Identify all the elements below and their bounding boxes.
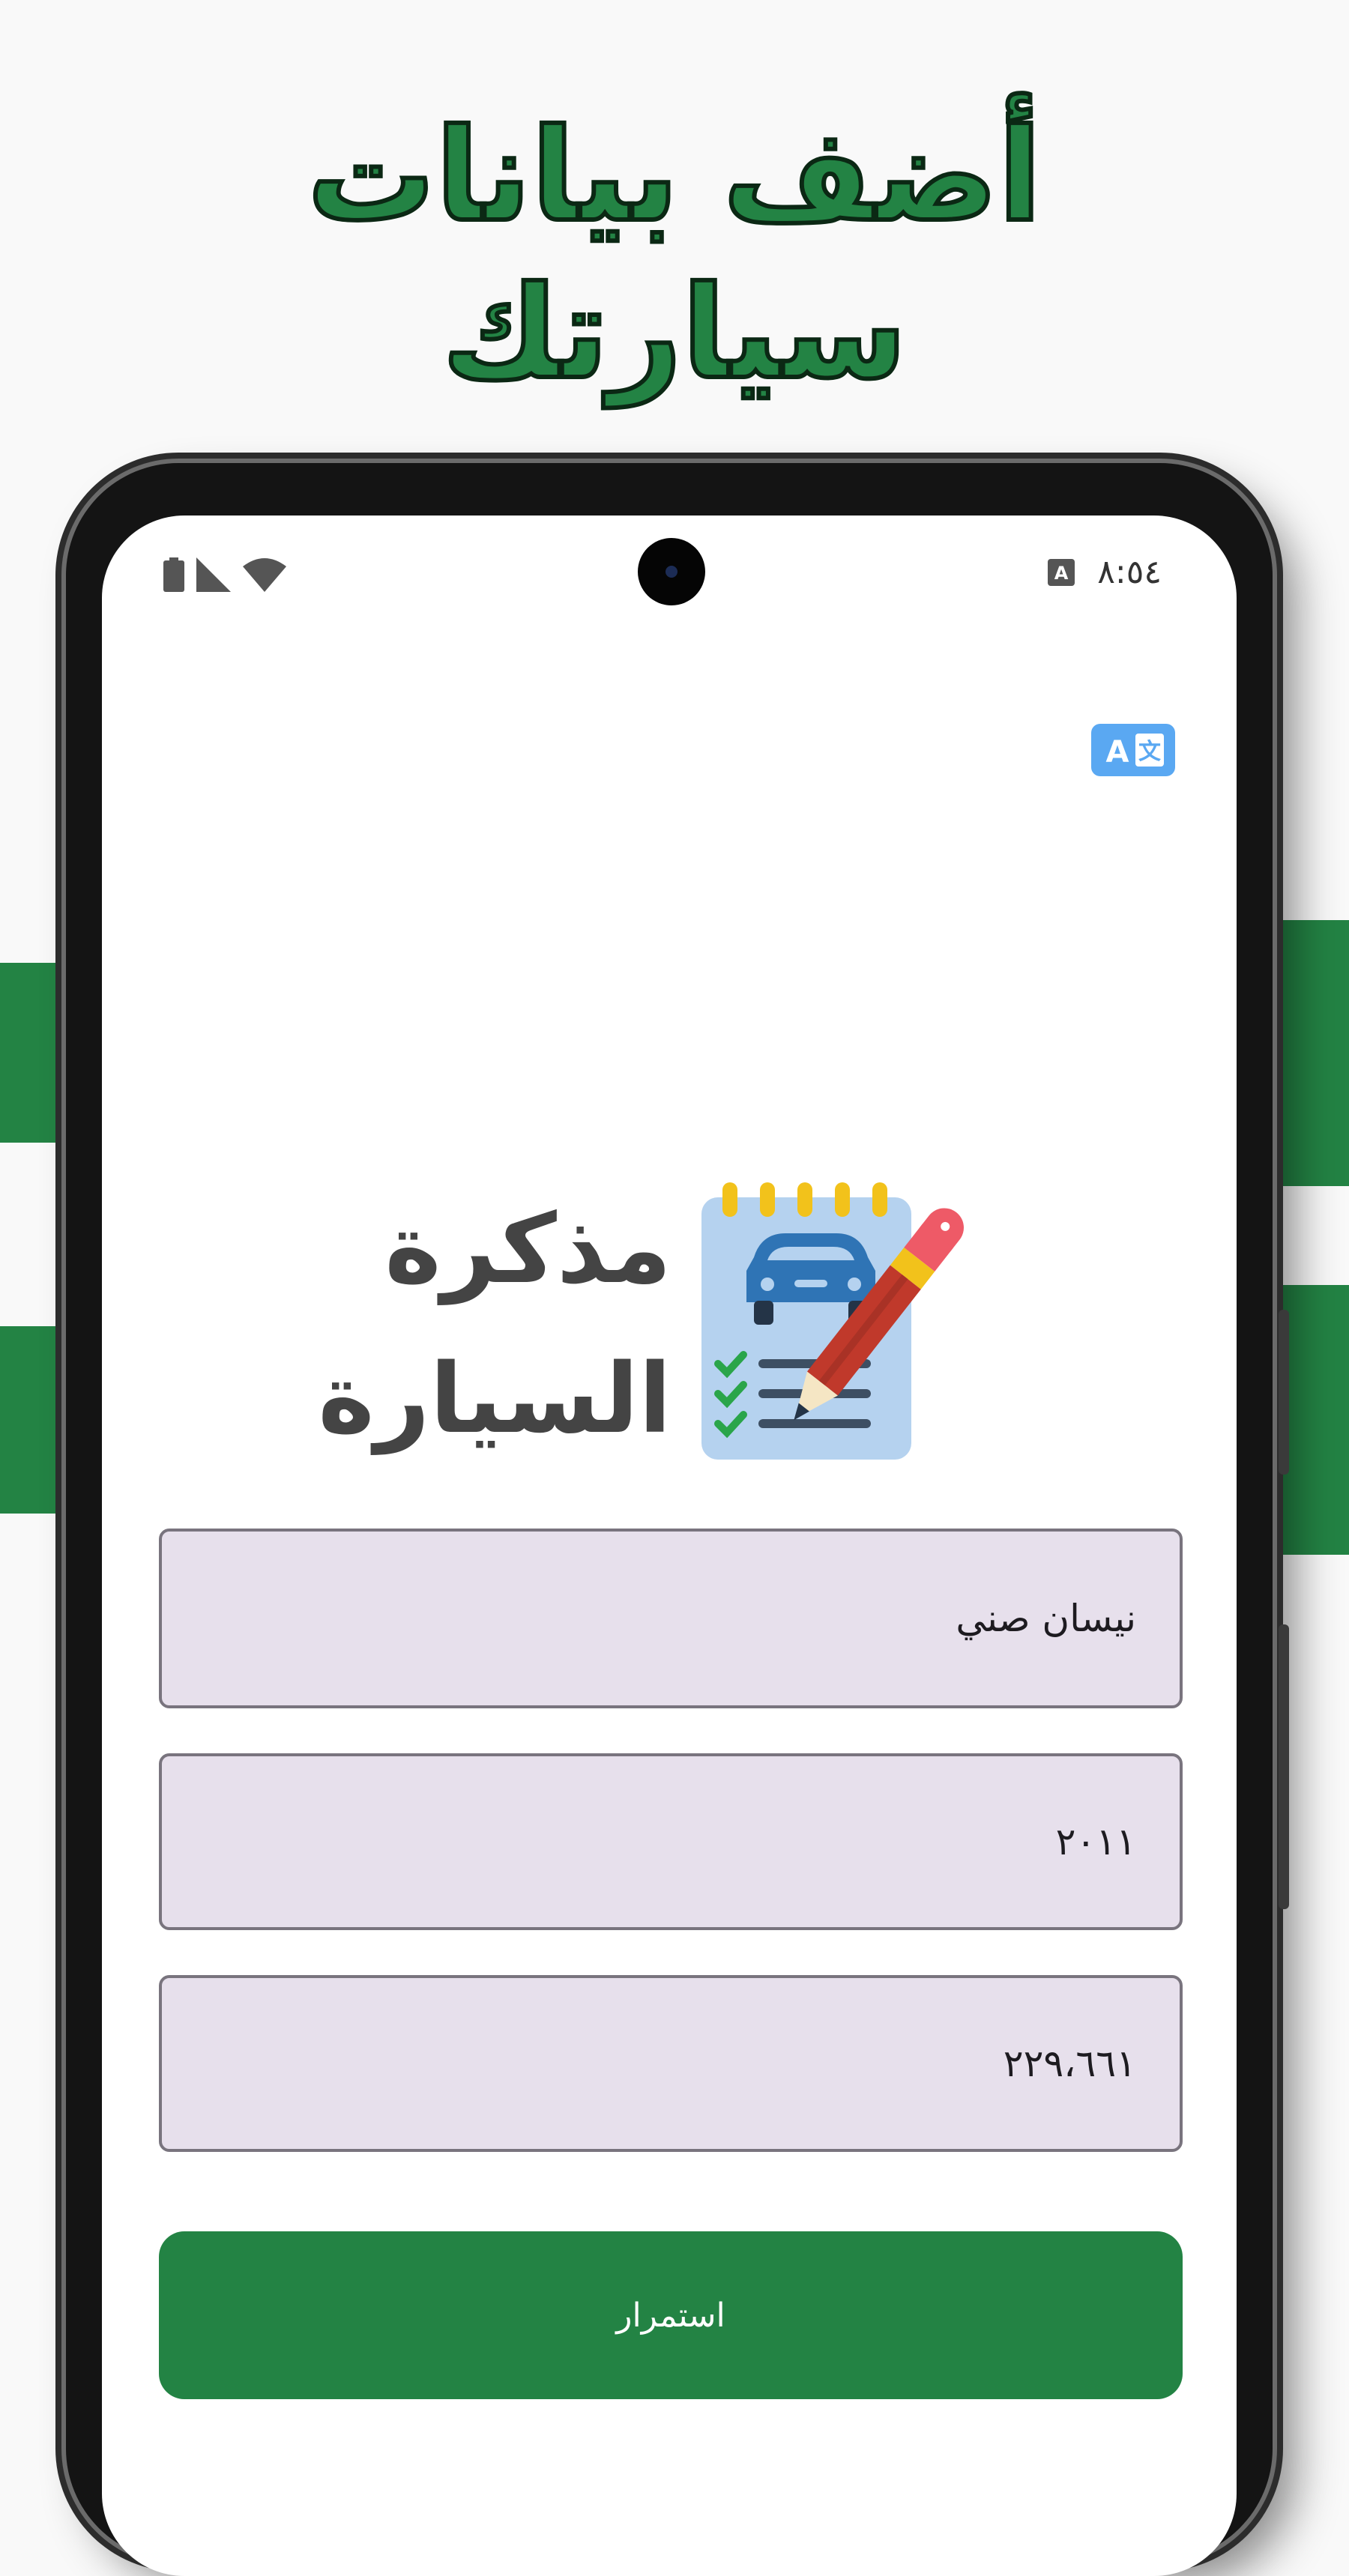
- phone-frame: A ٨:٥٤ A 文 مذكرة السيارة نيسان صني ٢٠١١ …: [66, 463, 1289, 2576]
- promo-banner: أضف بيانات سيارتك: [0, 97, 1349, 412]
- accessibility-a-icon: A: [1048, 558, 1075, 586]
- app-logo: مذكرة السيارة: [318, 1175, 1009, 1490]
- car-name-value: نيسان صني: [956, 1597, 1136, 1640]
- volume-button: [1279, 1624, 1289, 1909]
- banner-line-2: سيارتك: [440, 257, 909, 410]
- car-year-input[interactable]: ٢٠١١: [159, 1753, 1183, 1930]
- translate-icon: A 文: [1106, 734, 1164, 770]
- banner-line-1: أضف بيانات: [305, 100, 1044, 253]
- car-name-input[interactable]: نيسان صني: [159, 1529, 1183, 1708]
- mileage-input[interactable]: ٢٢٩،٦٦١: [159, 1975, 1183, 2152]
- battery-icon: [163, 557, 184, 592]
- logo-line-1: مذكرة: [384, 1194, 672, 1305]
- front-camera: [638, 538, 705, 605]
- continue-button-label: استمرار: [616, 2296, 725, 2335]
- svg-text:文: 文: [1138, 739, 1161, 765]
- svg-text:A: A: [1054, 563, 1069, 584]
- svg-text:A: A: [1106, 735, 1129, 770]
- wifi-icon: [243, 558, 286, 592]
- translate-button[interactable]: A 文: [1091, 724, 1175, 776]
- logo-line-2: السيارة: [318, 1343, 672, 1455]
- car-year-value: ٢٠١١: [1055, 1820, 1136, 1863]
- continue-button[interactable]: استمرار: [159, 2231, 1183, 2399]
- status-icons: [163, 557, 286, 592]
- status-time: ٨:٥٤: [1097, 553, 1162, 591]
- signal-icon: [196, 557, 231, 592]
- logo-title: مذكرة السيارة: [318, 1175, 672, 1475]
- status-right: A ٨:٥٤: [1048, 553, 1162, 591]
- mileage-value: ٢٢٩،٦٦١: [1003, 2042, 1136, 2085]
- car-notebook-pencil-icon: [701, 1182, 964, 1460]
- phone-screen: A ٨:٥٤ A 文 مذكرة السيارة نيسان صني ٢٠١١ …: [102, 515, 1237, 2576]
- power-button: [1279, 1310, 1289, 1475]
